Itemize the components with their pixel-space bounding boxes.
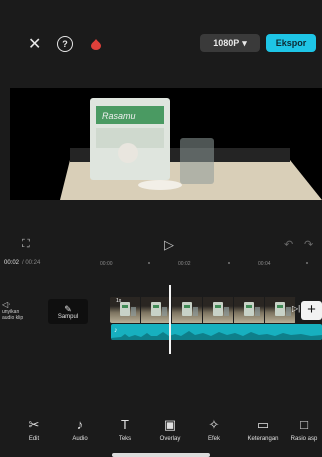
tick-dot	[306, 262, 308, 264]
clip-thumbnail	[172, 297, 203, 323]
close-icon[interactable]: ✕	[28, 37, 41, 53]
svg-text:Rasamu: Rasamu	[102, 111, 136, 121]
tool-label: Edit	[28, 436, 40, 442]
mute-clip-audio-button[interactable]: ◁ᐧ unyikan audio klip	[2, 300, 42, 321]
clip-end-icon[interactable]: ▷|	[292, 304, 300, 313]
preview-frame: Rasamu	[10, 88, 322, 200]
undo-icon[interactable]: ↶	[284, 238, 293, 251]
export-label: Ekspor	[275, 38, 307, 48]
video-preview[interactable]: Rasamu	[10, 88, 322, 200]
overlay-icon: ▣	[163, 417, 177, 432]
clip-thumbnail	[141, 297, 172, 323]
home-indicator	[112, 453, 210, 457]
audio-waveform	[111, 331, 322, 340]
video-clip-track[interactable]	[110, 297, 296, 323]
tool-label: Keterangan	[247, 436, 279, 442]
speaker-icon: ◁ᐧ	[2, 300, 11, 309]
current-time: 00:02	[4, 260, 20, 266]
pencil-icon: ✎	[64, 303, 72, 314]
audio-track[interactable]	[111, 324, 322, 340]
resolution-dropdown[interactable]: 1080P ▾	[200, 34, 260, 52]
add-clip-button[interactable]: +	[301, 301, 322, 320]
clip-thumbnail	[110, 297, 141, 323]
time-tick: 00:00	[100, 261, 113, 267]
playhead[interactable]	[169, 285, 171, 354]
time-tick: 00:02	[178, 261, 191, 267]
tool-edit[interactable]: ✂ Edit	[12, 417, 56, 443]
chevron-down-icon: ▾	[242, 37, 247, 48]
total-time: / 00:24	[22, 260, 41, 266]
tool-effects[interactable]: ✧ Efek	[192, 417, 236, 443]
speed-badge: 1x	[116, 298, 122, 304]
redo-icon[interactable]: ↷	[304, 238, 313, 251]
tool-captions[interactable]: ▭ Keterangan	[241, 417, 285, 443]
clip-thumbnail	[203, 297, 234, 323]
captions-icon: ▭	[256, 417, 270, 432]
tool-audio[interactable]: ♪ Audio	[58, 417, 102, 443]
tool-label: Rasio asp	[290, 436, 318, 442]
play-button[interactable]: ▷	[164, 237, 174, 253]
music-note-icon: ♪	[114, 327, 118, 334]
tool-label: Overlay	[159, 436, 181, 442]
clip-thumbnail	[234, 297, 265, 323]
sparkle-icon: ✧	[208, 417, 220, 432]
cover-label: Sampul	[57, 313, 79, 320]
fullscreen-icon[interactable]: ⛶	[22, 238, 30, 251]
mute-clip-audio-label: unyikan audio klip	[2, 309, 24, 321]
time-tick: 00:04	[258, 261, 271, 267]
record-dot-icon[interactable]	[90, 37, 102, 50]
music-note-icon: ♪	[76, 417, 84, 432]
text-icon: T	[121, 417, 129, 432]
tool-label: Efek	[207, 436, 220, 442]
resolution-label: 1080P	[213, 38, 240, 48]
help-icon[interactable]: ?	[57, 36, 73, 52]
tool-text[interactable]: T Teks	[103, 417, 147, 443]
scissors-icon: ✂	[28, 417, 40, 432]
aspect-ratio-icon: □	[300, 418, 308, 432]
tool-label: Audio	[72, 436, 88, 442]
tick-dot	[228, 262, 230, 264]
export-button[interactable]: Ekspor	[266, 34, 316, 52]
tick-dot	[148, 262, 150, 264]
tool-overlay[interactable]: ▣ Overlay	[148, 417, 192, 443]
cover-button[interactable]: ✎ Sampul	[48, 299, 88, 324]
tool-aspect-ratio[interactable]: □ Rasio asp	[286, 418, 322, 442]
tool-label: Teks	[118, 436, 132, 442]
